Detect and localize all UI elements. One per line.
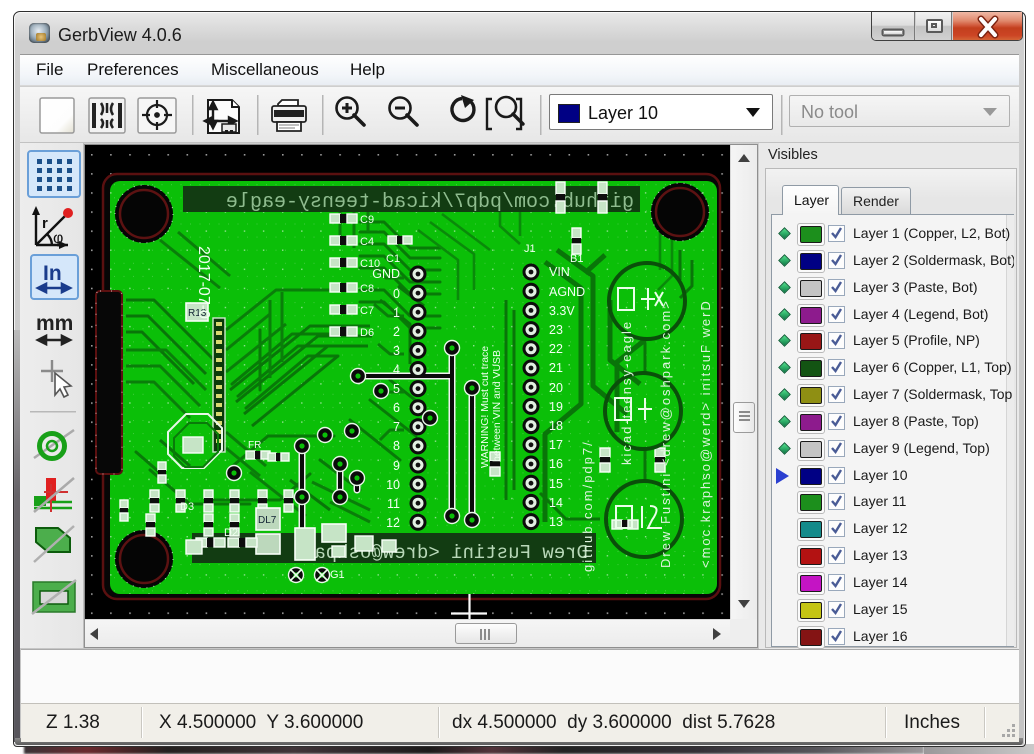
svg-text:23: 23 (549, 323, 563, 337)
svg-text:16: 16 (549, 457, 563, 471)
svg-text:G1: G1 (330, 569, 345, 581)
svg-text:mm: mm (36, 312, 73, 335)
svg-text:12: 12 (386, 516, 400, 530)
svg-text:C7: C7 (360, 305, 374, 317)
svg-text:between VIN and VUSB: between VIN and VUSB (491, 350, 503, 462)
svg-text:3: 3 (393, 344, 400, 358)
svg-text:19: 19 (549, 400, 563, 414)
svg-text:C4: C4 (360, 236, 374, 248)
svg-text:r: r (42, 215, 48, 232)
svg-text:14: 14 (549, 496, 563, 510)
svg-text:5: 5 (393, 382, 400, 396)
svg-text:4: 4 (393, 363, 400, 377)
svg-text:13: 13 (549, 515, 563, 529)
svg-text:1: 1 (393, 306, 400, 320)
svg-text:VIN: VIN (549, 265, 570, 279)
svg-text:AGND: AGND (549, 285, 585, 299)
svg-text:Drew Fustini <drew@oshpark.com: Drew Fustini <drew@oshpark.com> (658, 299, 673, 568)
svg-text:11: 11 (387, 497, 400, 511)
svg-text:FR: FR (248, 440, 261, 451)
svg-text:D3: D3 (180, 501, 194, 513)
svg-text:D2: D2 (224, 527, 238, 539)
svg-text:22: 22 (549, 342, 563, 356)
svg-text:2017-07-0: 2017-07-0 (195, 246, 212, 319)
svg-text:B1: B1 (570, 253, 583, 265)
svg-text:0: 0 (393, 287, 400, 301)
svg-text:<moc.kraphso@werd> initsuF wer: <moc.kraphso@werd> initsuF werD (698, 299, 713, 568)
svg-text:18: 18 (549, 419, 563, 433)
svg-text:7: 7 (393, 420, 400, 434)
svg-text:15: 15 (549, 477, 563, 491)
svg-text:8: 8 (393, 439, 400, 453)
svg-text:6: 6 (393, 401, 400, 415)
svg-text:DL7: DL7 (258, 515, 277, 526)
svg-text:C9: C9 (360, 214, 374, 226)
svg-text:C8: C8 (360, 283, 374, 295)
svg-text:9: 9 (393, 459, 400, 473)
svg-text:J1: J1 (524, 243, 536, 255)
svg-text:10: 10 (386, 478, 400, 492)
svg-text:3.3V: 3.3V (549, 304, 575, 318)
svg-text:20: 20 (549, 381, 563, 395)
svg-text:Drew Fustini <drew@oshpar: Drew Fustini <drew@oshpar (303, 542, 588, 564)
svg-text:D6: D6 (360, 327, 374, 339)
svg-text:github.com/pdp7/: github.com/pdp7/ (580, 440, 595, 572)
svg-text:WARNING! Must cut trace: WARNING! Must cut trace (479, 346, 491, 468)
svg-text:kicad-teensy-eagle: kicad-teensy-eagle (619, 320, 634, 465)
svg-text:17: 17 (549, 438, 563, 452)
svg-text:C1: C1 (386, 253, 400, 265)
svg-text:In: In (43, 262, 62, 285)
svg-text:C10: C10 (360, 258, 380, 270)
svg-text:2: 2 (393, 325, 400, 339)
svg-text:φ: φ (53, 230, 63, 247)
svg-text:github.com/pdp7/kicad-teensy-e: github.com/pdp7/kicad-teensy-eagle (226, 191, 634, 214)
svg-text:21: 21 (549, 361, 563, 375)
